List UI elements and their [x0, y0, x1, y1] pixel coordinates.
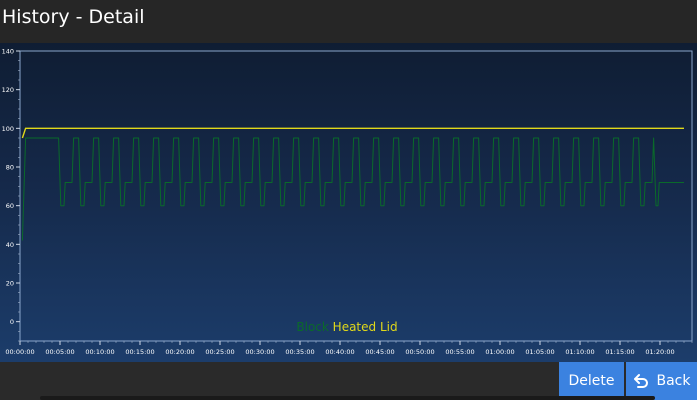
y-tick-label: 140 — [2, 48, 14, 56]
back-arrow-icon — [633, 373, 649, 389]
y-tick-label: 100 — [2, 125, 14, 133]
legend-block: Block — [296, 320, 332, 334]
delete-button[interactable]: Delete — [559, 362, 624, 400]
legend: Block Heated Lid — [296, 320, 397, 334]
x-tick-label: 00:55:00 — [445, 348, 474, 356]
x-tick-label: 01:20:00 — [645, 348, 674, 356]
y-tick-label: 120 — [2, 86, 14, 94]
back-button-label: Back — [656, 373, 691, 389]
bottom-strip — [40, 396, 655, 400]
x-tick-label: 01:15:00 — [605, 348, 634, 356]
y-tick-label: 80 — [6, 164, 14, 172]
x-tick-label: 00:25:00 — [205, 348, 234, 356]
y-tick-label: 20 — [6, 280, 14, 288]
heated-lid-series-line — [21, 127, 684, 139]
x-tick-label: 00:05:00 — [45, 348, 74, 356]
block-series-line — [21, 137, 684, 241]
x-tick-label: 01:10:00 — [565, 348, 594, 356]
x-tick-label: 01:00:00 — [485, 348, 514, 356]
y-tick-label: 60 — [6, 202, 14, 210]
y-tick-label: 0 — [10, 318, 14, 326]
x-tick-label: 01:05:00 — [525, 348, 554, 356]
back-button[interactable]: Back — [626, 362, 697, 400]
x-tick-label: 00:40:00 — [325, 348, 354, 356]
x-tick-label: 00:35:00 — [285, 348, 314, 356]
x-tick-label: 00:20:00 — [165, 348, 194, 356]
x-tick-label: 00:10:00 — [85, 348, 114, 356]
x-tick-label: 00:15:00 — [125, 348, 154, 356]
x-tick-label: 00:50:00 — [405, 348, 434, 356]
x-tick-label: 00:45:00 — [365, 348, 394, 356]
y-tick-label: 40 — [6, 241, 14, 249]
page-title: History - Detail — [2, 6, 145, 28]
chart-area: 0 20 40 60 80 100 120 140 00:00:00 00:05:00 00:10:… — [0, 43, 697, 362]
temperature-chart: 0 20 40 60 80 100 120 140 00:00:00 00:05:00 00:10:… — [2, 48, 693, 356]
legend-heated-lid: Heated Lid — [333, 320, 398, 334]
x-tick-label: 00:00:00 — [5, 348, 34, 356]
delete-button-label: Delete — [568, 373, 615, 389]
x-tick-label: 00:30:00 — [245, 348, 274, 356]
title-bar: History - Detail — [0, 0, 697, 43]
